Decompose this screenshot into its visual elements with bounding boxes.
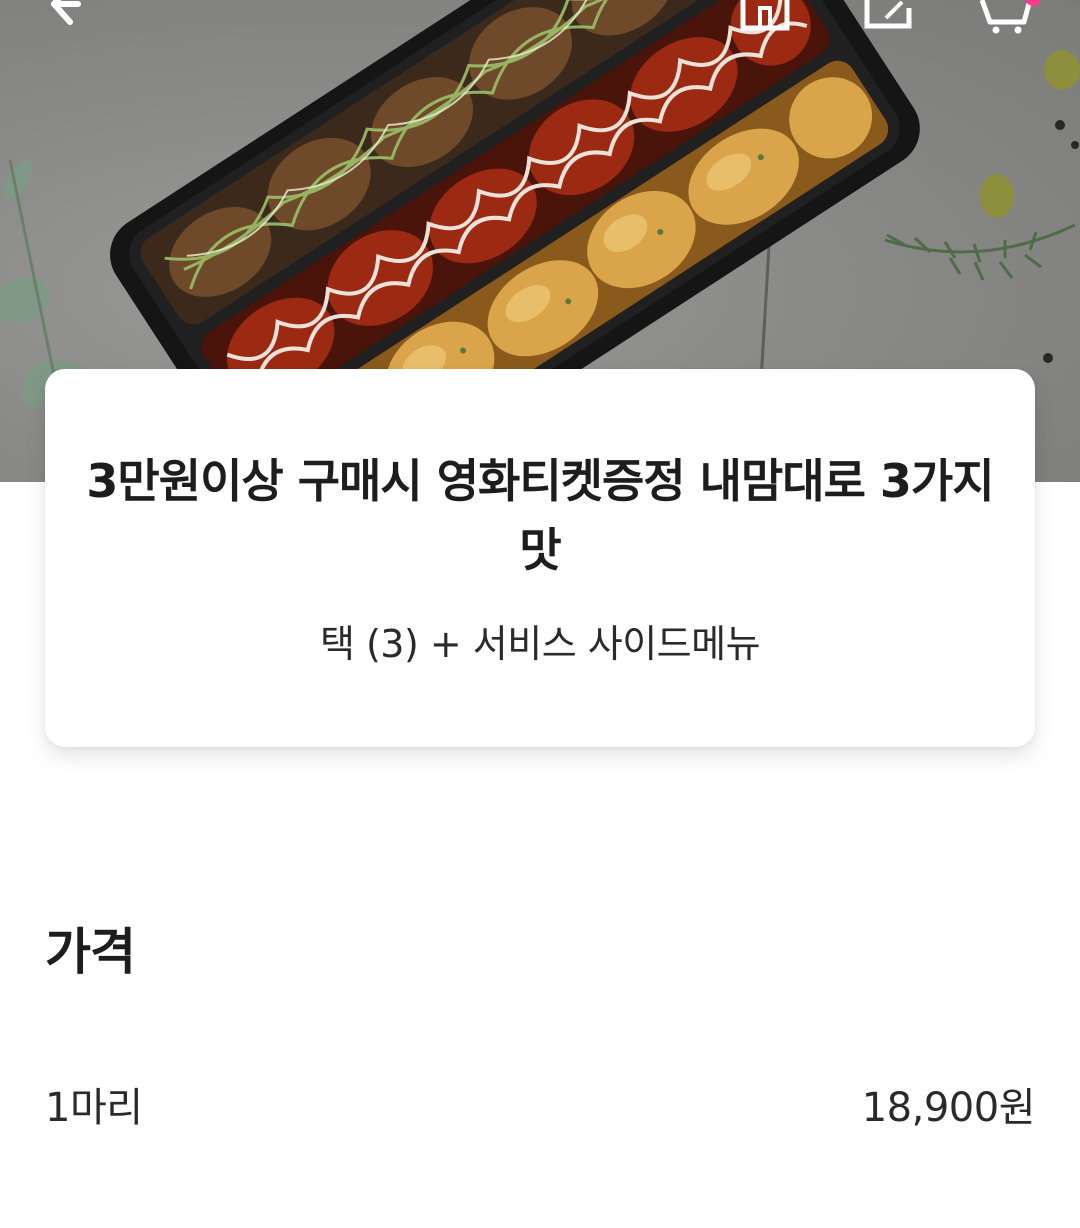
price-option-value: 18,900원 — [861, 1085, 1036, 1131]
price-section-heading: 가격 — [45, 923, 136, 981]
back-arrow-icon[interactable] — [48, 0, 104, 36]
price-option-row[interactable]: 1마리 18,900원 — [45, 1074, 1036, 1134]
product-info-card: 3만원이상 구매시 영화티켓증정 내맘대로 3가지맛 택 (3) + 서비스 사… — [45, 369, 1035, 747]
home-icon[interactable] — [738, 0, 794, 34]
share-icon[interactable] — [862, 0, 914, 32]
product-title: 3만원이상 구매시 영화티켓증정 내맘대로 3가지맛 — [86, 454, 994, 577]
price-option-label: 1마리 — [45, 1085, 143, 1131]
cart-icon[interactable] — [979, 0, 1044, 36]
product-subtitle: 택 (3) + 서비스 사이드메뉴 — [319, 622, 761, 666]
